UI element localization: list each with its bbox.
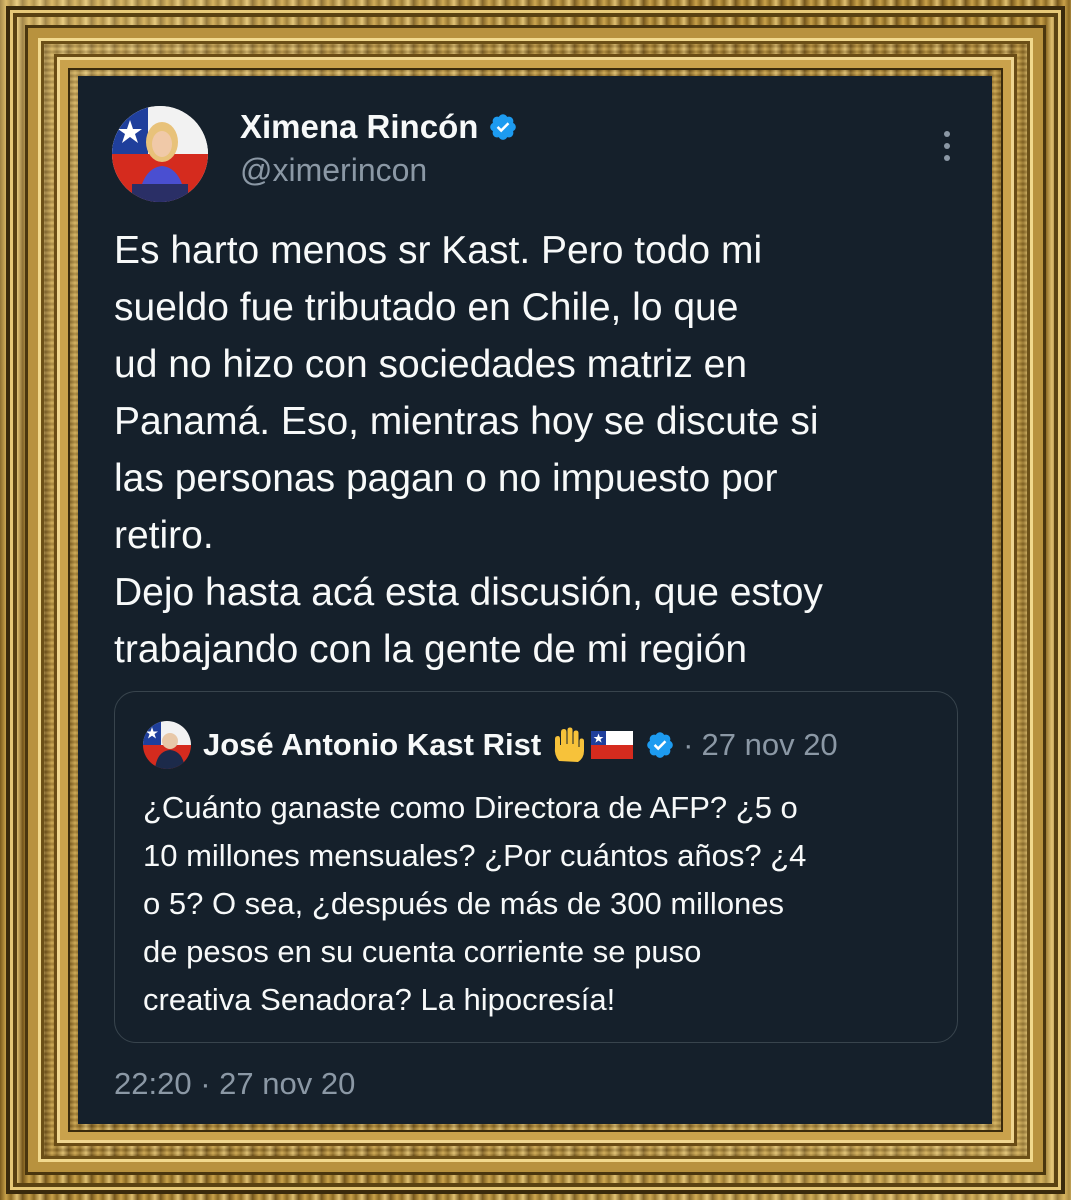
author-avatar[interactable] — [112, 106, 208, 202]
tweet-time: 22:20 — [114, 1066, 192, 1101]
tweet-header: Ximena Rincón @ximerincon — [112, 106, 962, 206]
tweet-text: Es harto menos sr Kast. Pero todo mi sue… — [114, 229, 823, 671]
more-dot — [944, 155, 950, 161]
author-handle[interactable]: @ximerincon — [240, 152, 427, 189]
chile-flag-icon — [591, 731, 634, 759]
raised-hand-icon — [555, 727, 585, 762]
more-dot — [944, 143, 950, 149]
avatar-image — [112, 106, 208, 202]
tweet-timestamp[interactable]: 22:20 · 27 nov 20 — [114, 1066, 355, 1102]
tweet-date: 27 nov 20 — [219, 1066, 356, 1101]
quoted-tweet[interactable]: José Antonio Kast Rist · 27 nov 20 ¿Cuán… — [114, 691, 958, 1043]
tweet-card: Ximena Rincón @ximerincon Es harto menos… — [78, 76, 992, 1124]
quoted-tweet-text: ¿Cuánto ganaste como Directora de AFP? ¿… — [143, 790, 807, 1017]
quoted-tweet-header: José Antonio Kast Rist · 27 nov 20 — [143, 720, 838, 770]
timestamp-separator: · — [200, 1066, 211, 1101]
more-vertical-icon[interactable] — [932, 126, 962, 166]
quoted-author-avatar — [143, 721, 191, 769]
author-display-name[interactable]: Ximena Rincón — [240, 108, 478, 146]
quoted-separator: · — [683, 727, 694, 762]
verified-badge-icon — [647, 732, 673, 758]
quoted-tweet-date[interactable]: 27 nov 20 — [702, 727, 838, 763]
verified-badge-icon — [490, 114, 517, 140]
quoted-avatar-image — [143, 721, 191, 769]
display-name-row: Ximena Rincón — [240, 108, 518, 146]
more-dot — [944, 131, 950, 137]
quoted-author-display-name[interactable]: José Antonio Kast Rist — [203, 727, 541, 763]
